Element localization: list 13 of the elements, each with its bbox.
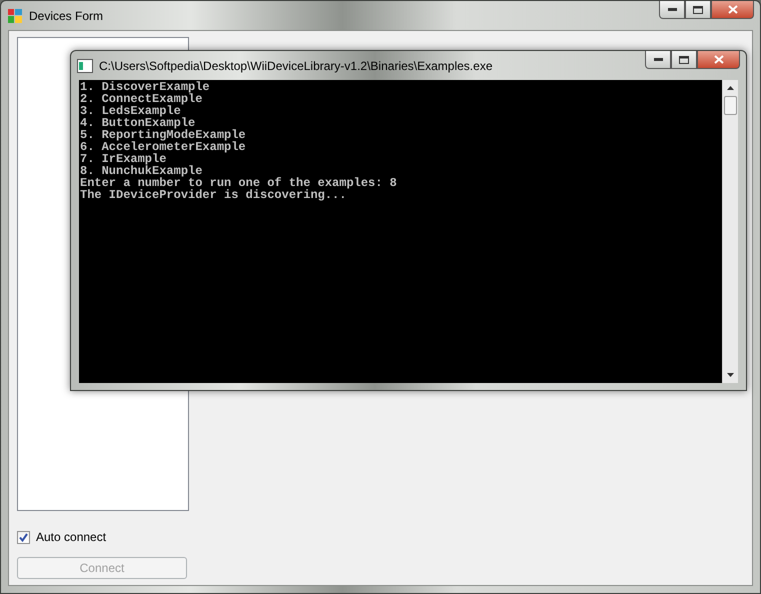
console-line: 8. NunchukExample [80, 165, 204, 177]
console-line: 6. AccelerometerExample [80, 141, 247, 153]
auto-connect-label: Auto connect [36, 530, 106, 544]
console-line: 7. IrExample [80, 153, 166, 165]
console-line: 4. ButtonExample [80, 117, 196, 129]
window-title: Devices Form [29, 8, 104, 22]
console-line: 3. LedsExample [80, 105, 181, 117]
console-line: Enter a number to run one of the examples: 8 [80, 177, 398, 189]
window-title: C:\Users\Softpedia\Desktop\WiiDeviceLibrary-v1.2\Binaries\Examples.exe [99, 58, 492, 72]
console-line: 1. DiscoverExample [80, 81, 211, 93]
console-line: 5. ReportingModeExample [80, 129, 247, 141]
console-line: 2. ConnectExample [80, 93, 202, 105]
console-line: The IDeviceProvider is discovering... [80, 189, 346, 201]
